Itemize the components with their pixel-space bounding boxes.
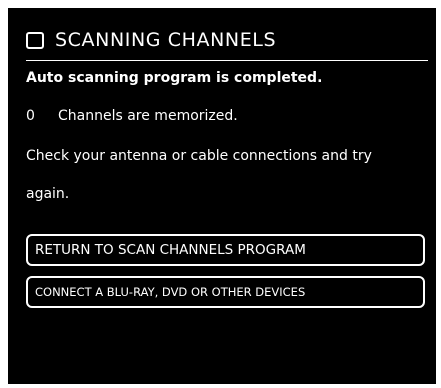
channels-text: Channels are memorized. [58,108,238,124]
header-divider [26,60,428,61]
scanning-channels-dialog: SCANNING CHANNELS Auto scanning program … [8,8,436,384]
return-to-scan-button[interactable]: RETURN TO SCAN CHANNELS PROGRAM [26,234,425,266]
dialog-header: SCANNING CHANNELS [26,25,276,55]
status-message: Auto scanning program is completed. [26,70,323,86]
help-text-line-1: Check your antenna or cable connections … [26,148,372,164]
connect-devices-label: CONNECT A BLU-RAY, DVD OR OTHER DEVICES [35,285,306,299]
dialog-title: SCANNING CHANNELS [55,28,277,51]
connect-devices-button[interactable]: CONNECT A BLU-RAY, DVD OR OTHER DEVICES [26,276,425,308]
help-text-line-2: again. [26,186,70,202]
channels-count: 0 [26,108,35,124]
channels-memorized-line: 0 Channels are memorized. [26,109,238,123]
return-to-scan-label: RETURN TO SCAN CHANNELS PROGRAM [35,242,306,258]
square-outline-icon [26,31,44,49]
